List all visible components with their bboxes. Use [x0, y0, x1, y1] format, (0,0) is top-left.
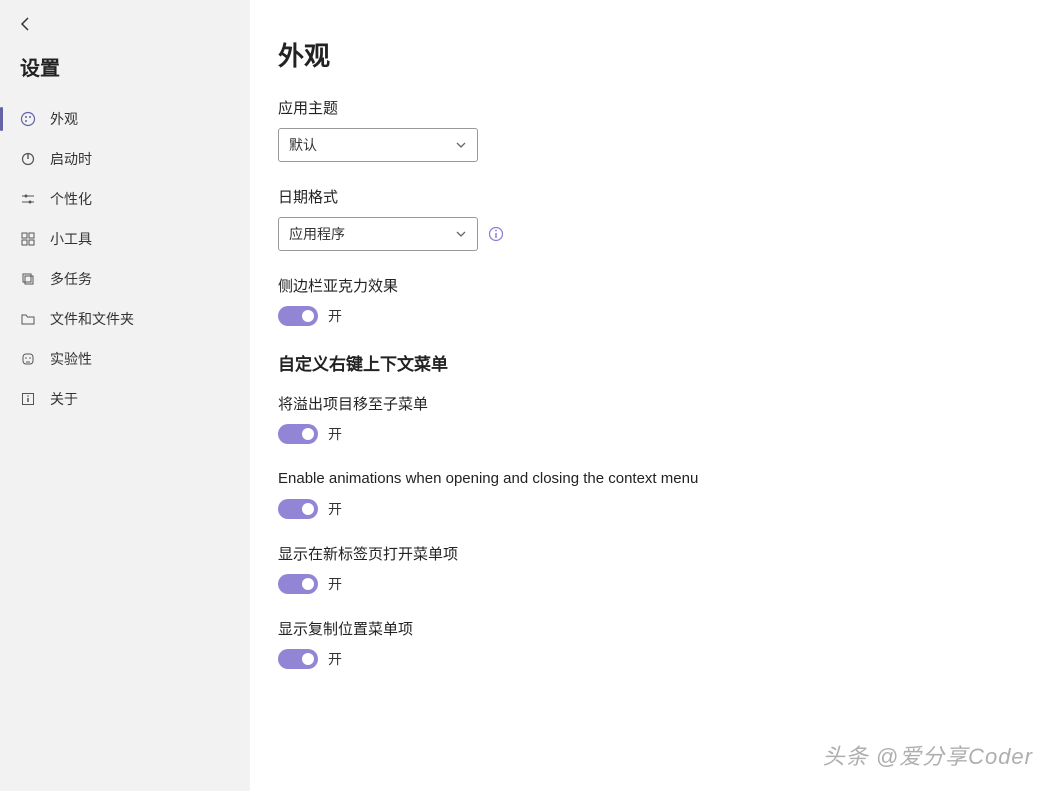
overflow-toggle[interactable]	[278, 424, 318, 444]
theme-label: 应用主题	[278, 97, 1035, 118]
context-menu-section-title: 自定义右键上下文菜单	[278, 350, 1035, 375]
sidebar-item-label: 外观	[50, 109, 78, 129]
copylocation-label: 显示复制位置菜单项	[278, 618, 1035, 639]
sidebar-item-label: 启动时	[50, 149, 92, 169]
newtab-setting: 显示在新标签页打开菜单项 开	[278, 543, 1035, 594]
sidebar-item-startup[interactable]: 启动时	[0, 139, 250, 179]
overflow-setting: 将溢出项目移至子菜单 开	[278, 393, 1035, 444]
acrylic-setting: 侧边栏亚克力效果 开	[278, 275, 1035, 326]
copylocation-setting: 显示复制位置菜单项 开	[278, 618, 1035, 669]
watermark: 头条 @爱分享Coder	[823, 739, 1033, 771]
chevron-down-icon	[455, 139, 467, 151]
sidebar-item-label: 文件和文件夹	[50, 309, 134, 329]
grid-icon	[18, 229, 38, 249]
sidebar: 设置 外观 启动时 个性化 小工具 多任务 文件和文件夹	[0, 0, 250, 791]
layers-icon	[18, 269, 38, 289]
acrylic-state: 开	[328, 306, 342, 326]
acrylic-toggle[interactable]	[278, 306, 318, 326]
animations-toggle[interactable]	[278, 499, 318, 519]
copylocation-toggle[interactable]	[278, 649, 318, 669]
palette-icon	[18, 109, 38, 129]
folder-icon	[18, 309, 38, 329]
acrylic-label: 侧边栏亚克力效果	[278, 275, 1035, 296]
newtab-toggle[interactable]	[278, 574, 318, 594]
sidebar-item-label: 小工具	[50, 229, 92, 249]
date-format-label: 日期格式	[278, 186, 1035, 207]
animations-setting: Enable animations when opening and closi…	[278, 468, 1035, 519]
newtab-label: 显示在新标签页打开菜单项	[278, 543, 1035, 564]
sidebar-item-label: 实验性	[50, 349, 92, 369]
main-content: 外观 应用主题 默认 日期格式 应用程序 侧边栏亚克力效果	[250, 0, 1063, 791]
sliders-icon	[18, 189, 38, 209]
overflow-state: 开	[328, 424, 342, 444]
sidebar-item-label: 多任务	[50, 269, 92, 289]
power-icon	[18, 149, 38, 169]
theme-dropdown[interactable]: 默认	[278, 128, 478, 162]
sidebar-item-experimental[interactable]: 实验性	[0, 339, 250, 379]
overflow-label: 将溢出项目移至子菜单	[278, 393, 1035, 414]
flask-icon	[18, 349, 38, 369]
sidebar-title: 设置	[0, 38, 250, 99]
animations-label: Enable animations when opening and closi…	[278, 468, 758, 491]
sidebar-item-widgets[interactable]: 小工具	[0, 219, 250, 259]
sidebar-item-appearance[interactable]: 外观	[0, 99, 250, 139]
date-format-value: 应用程序	[289, 224, 345, 244]
sidebar-item-files[interactable]: 文件和文件夹	[0, 299, 250, 339]
chevron-down-icon	[455, 228, 467, 240]
animations-state: 开	[328, 499, 342, 519]
sidebar-item-label: 关于	[50, 389, 78, 409]
sidebar-item-multitasking[interactable]: 多任务	[0, 259, 250, 299]
theme-value: 默认	[289, 135, 317, 155]
newtab-state: 开	[328, 574, 342, 594]
sidebar-item-about[interactable]: 关于	[0, 379, 250, 419]
date-format-dropdown[interactable]: 应用程序	[278, 217, 478, 251]
sidebar-item-label: 个性化	[50, 189, 92, 209]
sidebar-item-preferences[interactable]: 个性化	[0, 179, 250, 219]
theme-setting: 应用主题 默认	[278, 97, 1035, 162]
copylocation-state: 开	[328, 649, 342, 669]
back-button[interactable]	[0, 10, 250, 38]
date-format-setting: 日期格式 应用程序	[278, 186, 1035, 251]
info-icon	[18, 389, 38, 409]
info-icon[interactable]	[488, 226, 504, 242]
page-title: 外观	[278, 36, 1035, 73]
